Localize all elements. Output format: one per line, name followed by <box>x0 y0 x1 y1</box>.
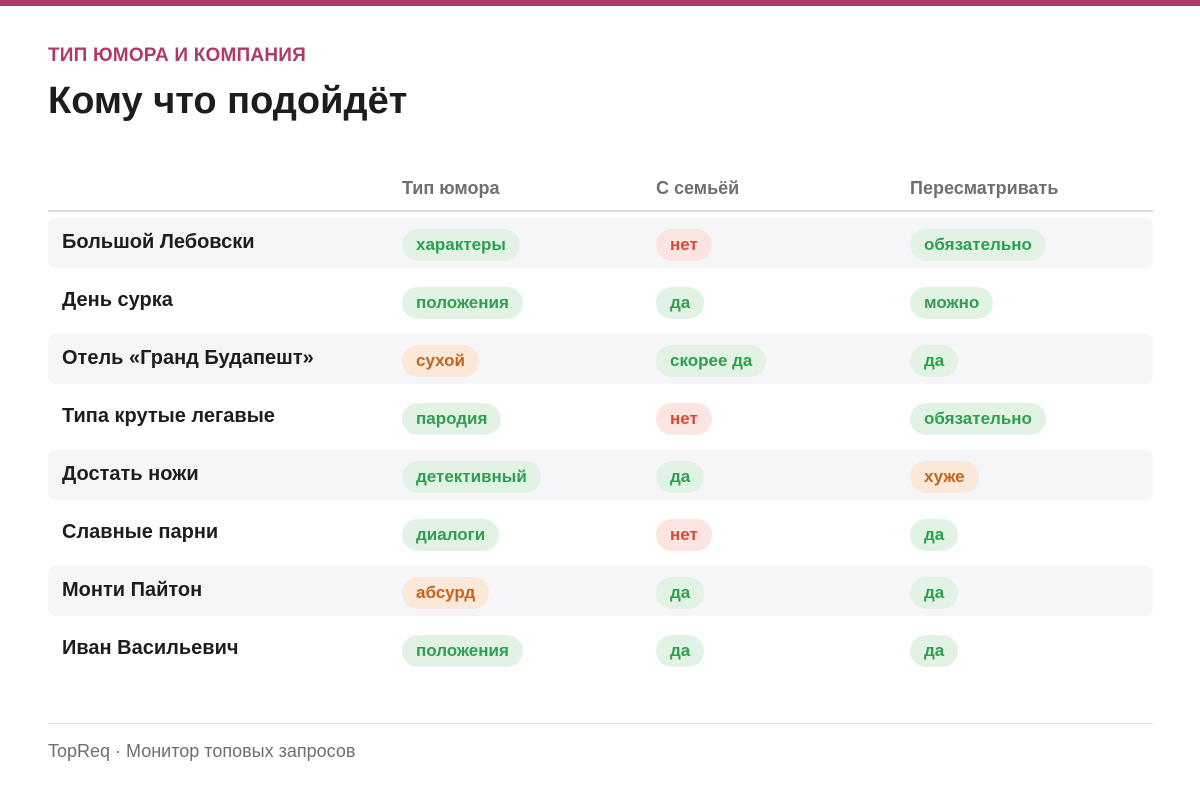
movie-title: Достать ножи <box>62 463 199 485</box>
rewatch-badge: да <box>910 519 959 551</box>
family-badge: скорее да <box>656 345 767 377</box>
family-badge: да <box>656 635 705 667</box>
table-row: Иван Васильевич положения да да <box>48 624 1153 674</box>
humor-type-badge: характеры <box>402 229 520 261</box>
table-row: Большой Лебовски характеры нет обязательно <box>48 218 1153 268</box>
table-row: Типа крутые легавые пародия нет обязательно <box>48 392 1153 442</box>
rewatch-badge: хуже <box>910 461 979 493</box>
table-row: День сурка положения да можно <box>48 276 1153 326</box>
humor-type-badge: диалоги <box>402 519 500 551</box>
movie-title: Отель «Гранд Будапешт» <box>62 347 314 369</box>
section-kicker: ТИП ЮМОРА И КОМПАНИЯ <box>48 45 306 66</box>
humor-type-badge: положения <box>402 635 523 667</box>
humor-type-badge: положения <box>402 287 523 319</box>
page-title: Кому что подойдёт <box>48 80 408 122</box>
humor-type-badge: абсурд <box>402 577 490 609</box>
rewatch-badge: да <box>910 345 959 377</box>
family-badge: нет <box>656 403 712 435</box>
rewatch-badge: обязательно <box>910 229 1046 261</box>
comparison-table: Тип юмора С семьёй Пересматривать Большо… <box>48 170 1153 682</box>
movie-title: Иван Васильевич <box>62 637 239 659</box>
column-header-family: С семьёй <box>656 178 740 198</box>
column-header-rewatch: Пересматривать <box>910 178 1059 198</box>
humor-type-badge: сухой <box>402 345 479 377</box>
table-body: Большой Лебовски характеры нет обязательно Д… <box>48 218 1153 674</box>
footer-divider <box>48 723 1153 724</box>
table-row: Славные парни диалоги нет да <box>48 508 1153 558</box>
family-badge: да <box>656 461 705 493</box>
rewatch-badge: да <box>910 577 959 609</box>
family-badge: нет <box>656 519 712 551</box>
movie-title: Типа крутые легавые <box>62 405 275 427</box>
family-badge: да <box>656 287 705 319</box>
rewatch-badge: обязательно <box>910 403 1046 435</box>
table-header: Тип юмора С семьёй Пересматривать <box>48 170 1153 212</box>
movie-title: Монти Пайтон <box>62 579 203 601</box>
footer-source: TopReq · Монитор топовых запросов <box>48 741 356 761</box>
column-header-humor-type: Тип юмора <box>402 178 500 198</box>
rewatch-badge: да <box>910 635 959 667</box>
table-row: Монти Пайтон абсурд да да <box>48 566 1153 616</box>
table-row: Отель «Гранд Будапешт» сухой скорее да да <box>48 334 1153 384</box>
humor-type-badge: пародия <box>402 403 502 435</box>
table-row: Достать ножи детективный да хуже <box>48 450 1153 500</box>
family-badge: нет <box>656 229 712 261</box>
rewatch-badge: можно <box>910 287 994 319</box>
humor-type-badge: детективный <box>402 461 541 493</box>
movie-title: День сурка <box>62 289 173 311</box>
movie-title: Славные парни <box>62 521 219 543</box>
family-badge: да <box>656 577 705 609</box>
movie-title: Большой Лебовски <box>62 231 255 253</box>
top-accent-bar <box>0 0 1200 6</box>
